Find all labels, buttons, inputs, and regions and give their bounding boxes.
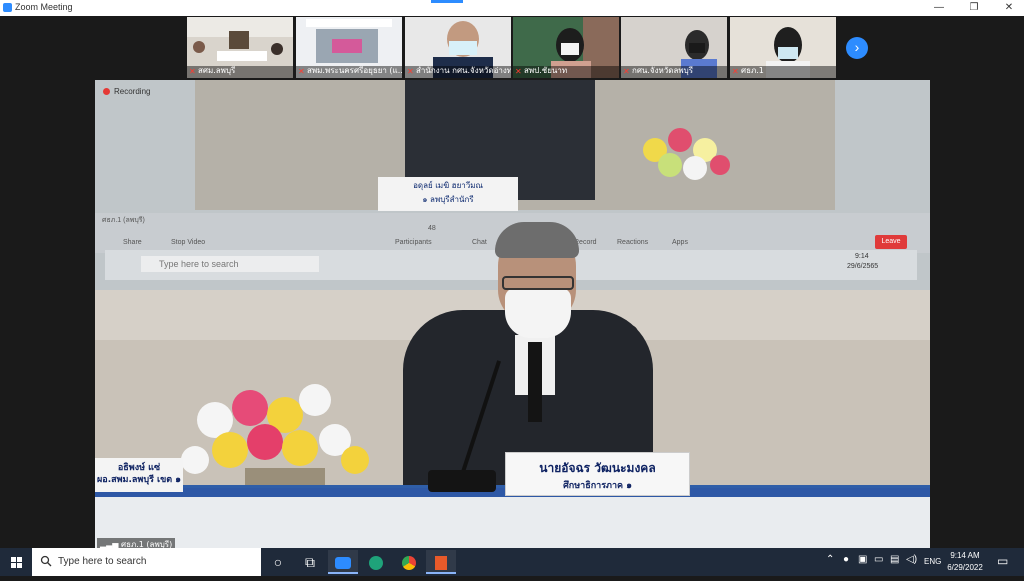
- microphone-base: [428, 470, 496, 492]
- show-hidden-icons-icon[interactable]: ⌃: [826, 554, 834, 565]
- network-icon[interactable]: ▤: [890, 554, 899, 565]
- battery-icon[interactable]: ▭: [874, 554, 883, 565]
- language-indicator[interactable]: ENG: [924, 557, 941, 566]
- projected-flowers: [643, 128, 730, 180]
- participant-tile[interactable]: ✕ กศน.จังหวัดลพบุรี: [621, 17, 727, 78]
- mic-muted-icon: ✕: [298, 67, 305, 76]
- projected-tile-label: ศธภ.1 (ลพบุรี): [102, 217, 145, 224]
- projected-leave-button: Leave: [875, 235, 907, 249]
- participant-tile[interactable]: ✕ สพป.ชัยนาท: [513, 17, 619, 78]
- mic-muted-icon: ✕: [732, 67, 739, 76]
- projected-time: 9:14: [855, 253, 869, 260]
- taskbar-search-box[interactable]: Type here to search: [32, 548, 261, 576]
- desk-tablecloth: [95, 497, 930, 548]
- search-icon: [40, 555, 52, 567]
- start-button[interactable]: [0, 548, 32, 576]
- mic-muted-icon: ✕: [623, 67, 630, 76]
- clock-time: 9:14 AM: [950, 551, 980, 560]
- mic-muted-icon: ✕: [189, 67, 196, 76]
- edge-icon[interactable]: [361, 550, 391, 574]
- participant-tile[interactable]: ✕ สำนักงาน กศน.จังหวัดอ่างท...: [405, 17, 511, 78]
- mic-muted-icon: ✕: [407, 67, 414, 76]
- projected-toolbar-item: Reactions: [617, 239, 649, 246]
- window-title-bar: Zoom Meeting — ❐ ✕: [0, 0, 1024, 17]
- nameplate-name: นายอัจฉร วัฒนะมงคล: [539, 461, 656, 475]
- projected-nameplate-line1: อดุลย์ เมฆิ ฮยาวีมณ: [413, 181, 483, 190]
- paint-app-icon[interactable]: [426, 550, 456, 574]
- projected-toolbar-item: Stop Video: [171, 239, 206, 246]
- view-tab-indicator[interactable]: [431, 0, 463, 3]
- task-view-icon[interactable]: ⧉: [295, 550, 325, 574]
- left-nameplate-title: ผอ.สพม.ลพบุรี เขต ๑: [97, 475, 181, 485]
- microphone-icon[interactable]: ●: [843, 554, 849, 565]
- minimize-button[interactable]: —: [922, 0, 956, 16]
- participant-tile[interactable]: ✕ สศม.ลพบุรี: [187, 17, 293, 78]
- cortana-icon[interactable]: ○: [263, 550, 293, 574]
- maximize-button[interactable]: ❐: [957, 0, 991, 16]
- projected-search-box: Type here to search: [141, 256, 319, 272]
- projected-toolbar-item: Participants: [395, 239, 432, 246]
- participant-name: สพม.พระนครศรีอยุธยา (แ...: [307, 66, 402, 75]
- participant-strip: ✕ สศม.ลพบุรี ✕ สพม.พระนครศรีอยุธยา (แ...…: [0, 16, 1024, 80]
- speaker-tie: [528, 342, 542, 422]
- projected-nameplate-line2: ๑ ลพบุรีสำนักรี: [422, 195, 474, 204]
- windows-logo-icon: [11, 557, 22, 568]
- main-speaker-video: อดุลย์ เมฆิ ฮยาวีมณ ๑ ลพบุรีสำนักรี Shar…: [95, 80, 930, 548]
- participant-name: สพป.ชัยนาท: [524, 66, 568, 75]
- close-button[interactable]: ✕: [992, 0, 1024, 16]
- zoom-app-icon: [3, 3, 12, 12]
- projected-nameplate: อดุลย์ เมฆิ ฮยาวีมณ ๑ ลพบุรีสำนักรี: [378, 177, 518, 211]
- recording-indicator: Recording: [103, 87, 150, 96]
- flower-arrangement: [181, 384, 369, 490]
- zoom-taskbar-icon[interactable]: [328, 550, 358, 574]
- projected-toolbar-item: Chat: [472, 239, 487, 246]
- volume-icon[interactable]: ◁): [906, 554, 917, 565]
- recording-dot-icon: [103, 88, 110, 96]
- windows-taskbar: Type here to search ○ ⧉ ⌃ ● ▣ ▭ ▤ ◁) ENG…: [0, 548, 1024, 576]
- taskbar-clock[interactable]: 9:14 AM 6/29/2022: [944, 550, 986, 574]
- speaker-nameplate: นายอัจฉร วัฒนะมงคล ศึกษาธิการภาค ๑: [505, 452, 690, 496]
- participant-name: สำนักงาน กศน.จังหวัดอ่างท...: [416, 66, 511, 75]
- participant-name: ศธภ.1: [741, 66, 764, 75]
- participant-tile[interactable]: ✕ สพม.พระนครศรีอยุธยา (แ...: [296, 17, 402, 78]
- clock-date: 6/29/2022: [947, 563, 983, 572]
- glasses: [502, 276, 574, 290]
- participant-name: สศม.ลพบุรี: [198, 66, 236, 75]
- speaker-hair: [495, 222, 579, 258]
- projected-participants-count: 48: [428, 225, 436, 232]
- next-page-button[interactable]: ›: [846, 37, 868, 59]
- projected-date: 29/6/2565: [847, 263, 879, 270]
- left-nameplate: อธิพงษ์ แซ่ ผอ.สพม.ลพบุรี เขต ๑: [95, 458, 183, 492]
- mic-muted-icon: ✕: [515, 67, 522, 76]
- recording-label: Recording: [114, 87, 151, 96]
- search-placeholder: Type here to search: [58, 556, 147, 567]
- security-icon[interactable]: ▣: [858, 554, 867, 565]
- nameplate-title: ศึกษาธิการภาค ๑: [563, 481, 632, 491]
- notifications-icon[interactable]: ▭: [997, 554, 1008, 568]
- projected-toolbar-item: Share: [123, 239, 142, 246]
- chrome-icon[interactable]: [394, 550, 424, 574]
- participant-tile[interactable]: ✕ ศธภ.1: [730, 17, 836, 78]
- left-nameplate-name: อธิพงษ์ แซ่: [117, 463, 161, 473]
- window-title: Zoom Meeting: [15, 2, 73, 12]
- participant-name: กศน.จังหวัดลพบุรี: [632, 66, 694, 75]
- face-mask: [505, 288, 571, 338]
- projected-toolbar-item: Apps: [672, 239, 688, 246]
